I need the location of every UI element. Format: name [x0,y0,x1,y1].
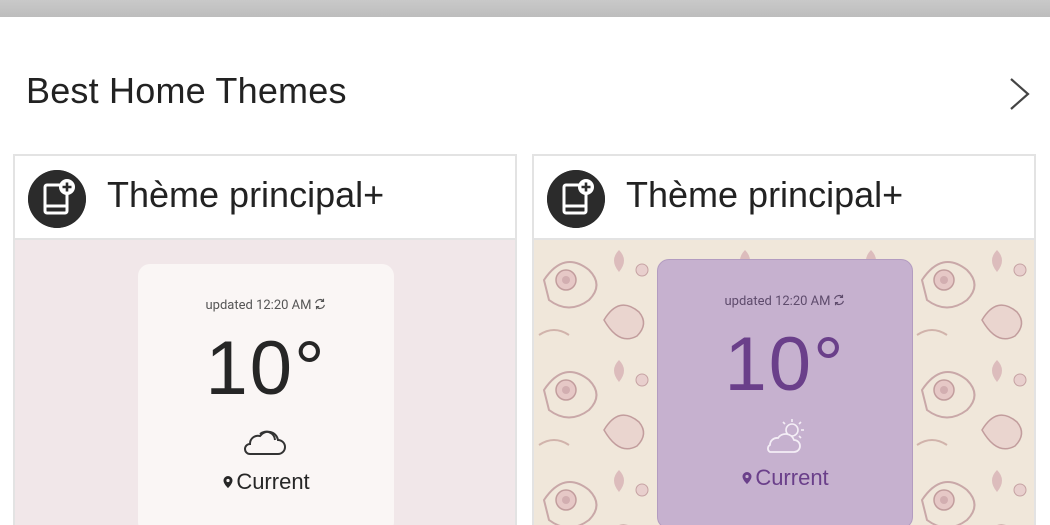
chevron-right-icon[interactable] [1000,74,1036,114]
updated-label: updated 12:20 AM [138,297,394,313]
updated-label: updated 12:20 AM [658,293,912,309]
section-title: Best Home Themes [26,70,347,111]
top-banner-strip [0,0,1050,17]
cloud-icon [244,430,286,455]
location-label: Current [658,465,912,491]
card-title: Thème principal+ [107,174,385,215]
card-header: Thème principal+ [534,156,1034,240]
theme-preview[interactable]: updated 12:20 AM 10° Current [534,240,1034,525]
location-pin-icon [223,476,233,488]
weather-widget: updated 12:20 AM 10° Current [138,264,394,525]
theme-card-1[interactable]: Thème principal+ updated 12:20 AM 10° Cu… [13,154,517,525]
partly-sunny-icon [767,419,804,453]
updated-text: updated 12:20 AM [724,294,831,309]
theme-add-icon [28,170,86,228]
theme-card-2[interactable]: Thème principal+ updated 12:20 AM 10° Cu… [532,154,1036,525]
location-text: Current [755,465,829,490]
location-text: Current [236,469,310,494]
card-header: Thème principal+ [15,156,515,240]
theme-preview[interactable]: updated 12:20 AM 10° Current [15,240,515,525]
refresh-icon [314,298,325,310]
refresh-icon [833,294,844,306]
temperature: 10° [205,326,327,411]
weather-widget: updated 12:20 AM 10° Current [657,259,913,525]
theme-add-icon [547,170,605,228]
card-title: Thème principal+ [626,174,904,215]
temperature: 10° [724,322,846,407]
updated-text: updated 12:20 AM [205,298,312,313]
location-pin-icon [742,472,752,484]
location-label: Current [138,469,394,495]
